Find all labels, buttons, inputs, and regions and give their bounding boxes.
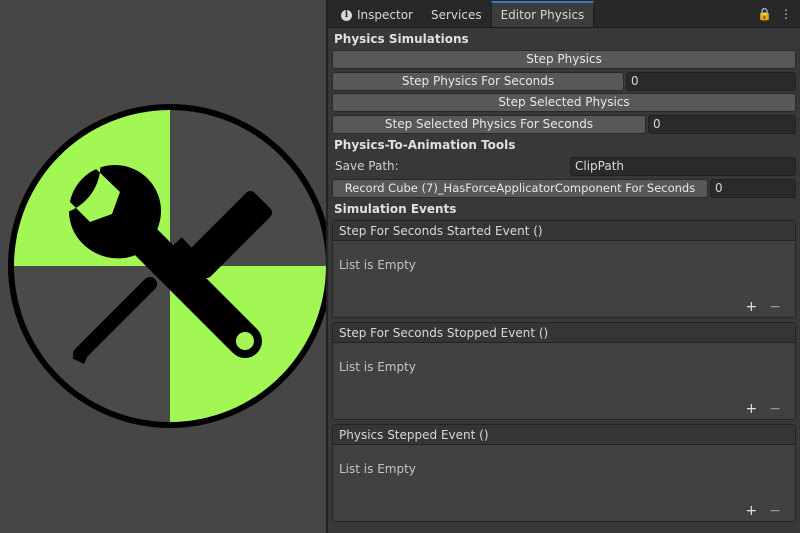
logo-area: [0, 0, 332, 533]
lock-icon[interactable]: 🔒: [757, 7, 772, 21]
record-seconds-input[interactable]: 0: [710, 178, 796, 198]
save-path-label: Save Path:: [335, 158, 399, 173]
section-title-simulation-events: Simulation Events: [334, 202, 457, 216]
tab-bar: i Inspector Services Editor Physics 🔒 ⋮: [328, 0, 800, 28]
record-row: Record Cube (7)_HasForceApplicatorCompon…: [332, 178, 796, 198]
more-menu-icon[interactable]: ⋮: [780, 7, 792, 21]
record-for-seconds-button[interactable]: Record Cube (7)_HasForceApplicatorCompon…: [332, 178, 708, 198]
tab-services-label: Services: [430, 8, 482, 22]
step-selected-physics-for-seconds-button[interactable]: Step Selected Physics For Seconds: [332, 114, 646, 134]
event-footer: + −: [333, 297, 795, 317]
remove-listener-button[interactable]: −: [769, 501, 781, 521]
step-physics-button[interactable]: Step Physics: [332, 50, 796, 69]
tab-inspector[interactable]: i Inspector: [332, 3, 422, 27]
event-empty-text: List is Empty: [339, 462, 416, 476]
event-empty-text: List is Empty: [339, 360, 416, 374]
event-header: Step For Seconds Started Event (): [333, 221, 795, 241]
editor-physics-panel: i Inspector Services Editor Physics 🔒 ⋮ …: [326, 0, 800, 533]
event-header: Physics Stepped Event (): [333, 425, 795, 445]
tab-editor-physics[interactable]: Editor Physics: [490, 1, 595, 27]
event-header: Step For Seconds Stopped Event (): [333, 323, 795, 343]
tab-services[interactable]: Services: [422, 3, 491, 27]
remove-listener-button[interactable]: −: [769, 297, 781, 317]
info-icon: i: [341, 9, 352, 21]
add-listener-button[interactable]: +: [746, 297, 758, 317]
step-physics-for-seconds-button[interactable]: Step Physics For Seconds: [332, 71, 624, 91]
step-selected-for-seconds-input[interactable]: 0: [648, 114, 796, 134]
step-selected-physics-button[interactable]: Step Selected Physics: [332, 93, 796, 112]
step-for-seconds-row: Step Physics For Seconds 0: [332, 71, 796, 91]
section-title-physics-simulations: Physics Simulations: [334, 32, 469, 46]
step-for-seconds-input[interactable]: 0: [626, 71, 796, 91]
logo-quadrant-top-right: [170, 110, 326, 266]
tab-editor-physics-label: Editor Physics: [500, 8, 585, 22]
remove-listener-button[interactable]: −: [769, 399, 781, 419]
save-path-row: Save Path: ClipPath: [332, 156, 796, 176]
event-step-for-seconds-started: Step For Seconds Started Event () List i…: [332, 220, 796, 318]
save-path-input[interactable]: ClipPath: [570, 156, 796, 176]
event-step-for-seconds-stopped: Step For Seconds Stopped Event () List i…: [332, 322, 796, 420]
event-empty-text: List is Empty: [339, 258, 416, 272]
panel-content: Physics Simulations Step Physics Step Ph…: [328, 28, 800, 522]
step-selected-for-seconds-row: Step Selected Physics For Seconds 0: [332, 114, 796, 134]
tab-inspector-label: Inspector: [357, 8, 413, 22]
event-footer: + −: [333, 501, 795, 521]
event-physics-stepped: Physics Stepped Event () List is Empty +…: [332, 424, 796, 522]
tools-logo-icon: [8, 104, 332, 428]
event-footer: + −: [333, 399, 795, 419]
tab-tools: 🔒 ⋮: [757, 7, 792, 21]
section-title-animation-tools: Physics-To-Animation Tools: [334, 138, 516, 152]
add-listener-button[interactable]: +: [746, 501, 758, 521]
add-listener-button[interactable]: +: [746, 399, 758, 419]
